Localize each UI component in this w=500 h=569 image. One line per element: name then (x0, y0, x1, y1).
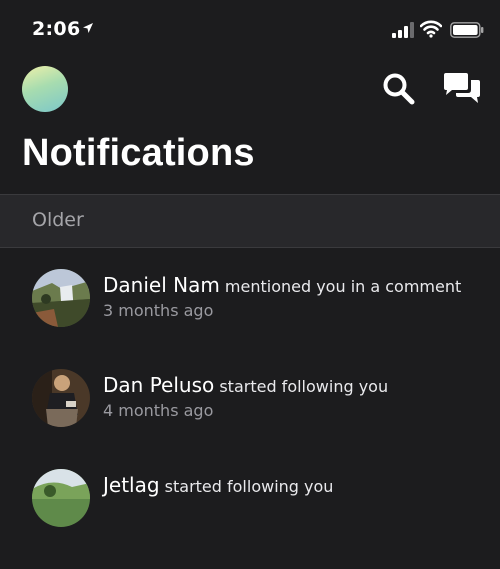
chat-bubbles-icon[interactable] (442, 72, 482, 106)
user-avatar[interactable] (32, 269, 90, 327)
notification-item[interactable]: Daniel Nam mentioned you in a comment 3 … (0, 269, 500, 369)
status-bar: 2:06 (0, 0, 500, 58)
notifications-header: Notifications (0, 58, 500, 194)
notification-item[interactable]: Dan Peluso started following you 4 month… (0, 369, 500, 469)
page-title: Notifications (22, 132, 255, 174)
notification-username[interactable]: Jetlag (103, 473, 160, 497)
profile-avatar[interactable] (22, 66, 68, 112)
notification-username[interactable]: Daniel Nam (103, 273, 220, 297)
landscape-photo (32, 469, 90, 527)
notification-action: started following you (219, 377, 389, 396)
location-arrow-icon (83, 23, 93, 33)
notification-username[interactable]: Dan Peluso (103, 373, 214, 397)
waterfall-photo (32, 269, 90, 327)
status-time: 2:06 (32, 18, 81, 40)
wifi-icon (420, 20, 442, 38)
signal-icon (392, 22, 414, 38)
person-photo (32, 369, 90, 427)
notification-time: 4 months ago (103, 401, 214, 420)
notification-action: started following you (164, 477, 334, 496)
section-label-older: Older (32, 209, 84, 231)
notification-item[interactable]: Jetlag started following you (0, 469, 500, 569)
search-icon[interactable] (382, 72, 416, 106)
section-header: Older (0, 194, 500, 248)
user-avatar[interactable] (32, 469, 90, 527)
notification-action: mentioned you in a comment (224, 277, 462, 296)
user-avatar[interactable] (32, 369, 90, 427)
notification-time: 3 months ago (103, 301, 214, 320)
battery-icon (450, 22, 484, 38)
